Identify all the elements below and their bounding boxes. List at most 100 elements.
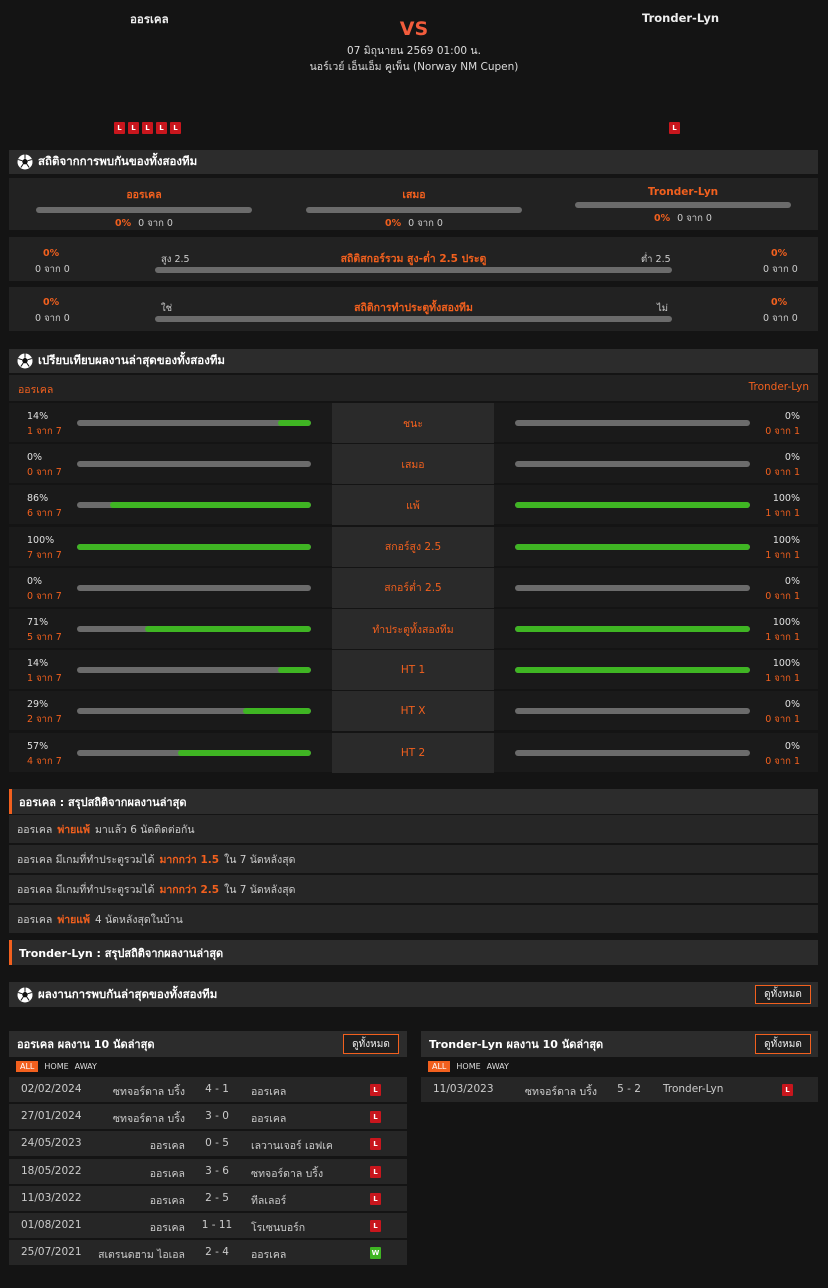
compare-right-count: 1 จาก 1 [765, 632, 800, 643]
recent-section-header: ผลงานการพบกันล่าสุดของทั้งสองทีม [9, 982, 818, 1007]
summary-text: พ่ายแพ้ [57, 913, 90, 926]
compare-left-count: 2 จาก 7 [27, 714, 62, 726]
match-row[interactable]: 24/05/2023 ออรเคล 0 - 5 เลวานเจอร์ เอฟเค L [9, 1131, 407, 1157]
match-away-team[interactable]: ทีลเลอร์ [251, 1192, 286, 1209]
h2h-away-col: Tronder-Lyn 0% 0 จาก 0 [575, 178, 791, 226]
home-recent-title: ออรเคล ผลงาน 10 นัดล่าสุด [17, 1038, 155, 1051]
match-home-team[interactable]: สเตรนดฮาม ไอเอล [98, 1246, 185, 1263]
match-home-team[interactable]: ซทจอร์ดาล บริ้ง [113, 1083, 185, 1100]
match-away-team[interactable]: เลวานเจอร์ เอฟเค [251, 1137, 333, 1154]
filter-all[interactable]: ALL [16, 1060, 39, 1072]
compare-title: เปรียบเทียบผลงานล่าสุดของทั้งสองทีม [38, 353, 225, 367]
compare-left-bar [77, 420, 311, 426]
compare-metric-label: สกอร์สูง 2.5 [332, 526, 494, 567]
compare-left-bar-fill [243, 708, 311, 715]
match-score: 3 - 0 [205, 1110, 229, 1123]
compare-right-bar [515, 667, 750, 674]
summary-text: ออรเคล มีเกมที่ทำประตูรวมได้ [17, 883, 155, 896]
compare-right-bar [515, 502, 750, 509]
compare-left-bar [77, 502, 311, 509]
compare-right-stats: 100% 1 จาก 1 [765, 491, 800, 521]
h2h-draw-count: 0 จาก 0 [408, 218, 443, 229]
away-team-name[interactable]: Tronder-Lyn [642, 11, 719, 25]
compare-row: 0% 0 จาก 7 สกอร์ต่ำ 2.5 0% 0 จาก 1 [9, 566, 818, 608]
compare-right-pct: 0% [784, 452, 800, 464]
match-row[interactable]: 01/08/2021 ออรเคล 1 - 11 โรเซนบอร์ก L [9, 1213, 407, 1238]
ou-right-count: 0 จาก 0 [763, 264, 798, 275]
h2h-home-pct: 0% [115, 218, 132, 229]
btts-right-count: 0 จาก 0 [763, 313, 798, 324]
compare-right-bar-fill [515, 502, 750, 509]
home-filter-tabs: ALL HOME AWAY [16, 1059, 97, 1073]
compare-right-pct: 0% [784, 740, 800, 752]
match-home-team[interactable]: ซทจอร์ดาล บริ้ง [113, 1110, 185, 1127]
match-row[interactable]: 11/03/2022 ออรเคล 2 - 5 ทีลเลอร์ L [9, 1185, 407, 1211]
match-home-team[interactable]: ออรเคล [150, 1165, 185, 1182]
compare-left-stats: 100% 7 จาก 7 [27, 533, 62, 563]
home-view-all-button[interactable]: ดูทั้งหมด [343, 1034, 399, 1054]
summary-text: ออรเคล มีเกมที่ทำประตูรวมได้ [17, 853, 155, 866]
compare-left-pct: 71% [27, 617, 49, 628]
compare-right-count: 0 จาก 1 [765, 755, 800, 767]
away-view-all-button[interactable]: ดูทั้งหมด [755, 1034, 811, 1054]
compare-metric-label: ทำประตูทั้งสองทีม [332, 609, 494, 649]
h2h-home-col: ออรเคล 0% 0 จาก 0 [36, 178, 252, 231]
filter-away[interactable]: AWAY [75, 1062, 97, 1071]
match-away-team[interactable]: ออรเคล [251, 1110, 286, 1127]
match-row[interactable]: 25/07/2021 สเตรนดฮาม ไอเอล 2 - 4 ออรเคล W [9, 1240, 407, 1266]
compare-left-bar [77, 749, 311, 756]
compare-metric-label: HT 1 [332, 650, 494, 691]
soccer-ball-icon [17, 987, 33, 1002]
away-summary-title: Tronder-Lyn : สรุปสถิติจากผลงานล่าสุด [19, 946, 224, 960]
filter-home[interactable]: HOME [44, 1062, 68, 1071]
match-away-team[interactable]: ออรเคล [251, 1246, 286, 1263]
view-all-button[interactable]: ดูทั้งหมด [755, 985, 811, 1004]
compare-right-bar [515, 420, 750, 426]
compare-left-count: 0 จาก 7 [27, 467, 62, 479]
result-badge: L [782, 1084, 793, 1096]
match-away-team[interactable]: ออรเคล [251, 1083, 286, 1100]
form-badge: L [170, 122, 181, 134]
away-summary-header: Tronder-Lyn : สรุปสถิติจากผลงานล่าสุด [9, 940, 818, 965]
compare-right-pct: 100% [772, 493, 800, 505]
compare-right-count: 0 จาก 1 [765, 714, 800, 726]
summary-line: ออรเคล มีเกมที่ทำประตูรวมได้ มากกว่า 1.5 ใ… [9, 845, 818, 873]
compare-left-bar [77, 584, 311, 591]
match-row[interactable]: 27/01/2024 ซทจอร์ดาล บริ้ง 3 - 0 ออรเคล L [9, 1104, 407, 1130]
compare-row: 57% 4 จาก 7 HT 2 0% 0 จาก 1 [9, 731, 818, 773]
summary-text: มากกว่า 1.5 [159, 853, 220, 866]
filter-home[interactable]: HOME [456, 1062, 480, 1071]
h2h-title: สถิติจากการพบกันของทั้งสองทีม [38, 154, 198, 168]
match-row[interactable]: 11/03/2023 ซทจอร์ดาล บริ้ง 5 - 2 Tronder-Ly… [421, 1077, 818, 1102]
compare-row: 14% 1 จาก 7 ชนะ 0% 0 จาก 1 [9, 402, 818, 443]
compare-left-stats: 0% 0 จาก 7 [27, 450, 62, 480]
compare-right-pct: 0% [784, 699, 800, 711]
filter-away[interactable]: AWAY [487, 1062, 509, 1071]
compare-right-pct: 0% [784, 575, 800, 587]
form-badge: L [128, 122, 139, 134]
summary-text: ใน 7 นัดหลังสุด [224, 853, 296, 866]
compare-left-count: 1 จาก 7 [27, 673, 62, 685]
match-home-team[interactable]: ออรเคล [150, 1219, 185, 1236]
match-home-team[interactable]: ซทจอร์ดาล บริ้ง [525, 1083, 597, 1100]
filter-all[interactable]: ALL [428, 1060, 451, 1072]
match-away-team[interactable]: โรเซนบอร์ก [251, 1219, 305, 1236]
ou-bar [155, 267, 672, 273]
match-home-team[interactable]: ออรเคล [150, 1137, 185, 1154]
compare-right-count: 1 จาก 1 [765, 508, 800, 520]
soccer-ball-icon [17, 353, 33, 369]
h2h-draw-label: เสมอ [402, 189, 426, 201]
form-badge: L [114, 122, 125, 134]
compare-left-stats: 0% 0 จาก 7 [27, 574, 62, 604]
compare-row: 29% 2 จาก 7 HT X 0% 0 จาก 1 [9, 690, 818, 732]
match-row[interactable]: 02/02/2024 ซทจอร์ดาล บริ้ง 4 - 1 ออรเคล L [9, 1077, 407, 1102]
match-away-team[interactable]: Tronder-Lyn [663, 1083, 723, 1095]
match-row[interactable]: 18/05/2022 ออรเคล 3 - 6 ซทจอร์ดาล บริ้ง L [9, 1158, 407, 1184]
match-away-team[interactable]: ซทจอร์ดาล บริ้ง [251, 1165, 323, 1182]
match-date: 02/02/2024 [21, 1083, 82, 1095]
compare-right-pct: 100% [772, 617, 800, 628]
match-score: 2 - 4 [205, 1246, 229, 1259]
compare-left-pct: 100% [27, 534, 55, 546]
match-home-team[interactable]: ออรเคล [150, 1192, 185, 1209]
summary-text: 4 นัดหลังสุดในบ้าน [94, 913, 183, 926]
